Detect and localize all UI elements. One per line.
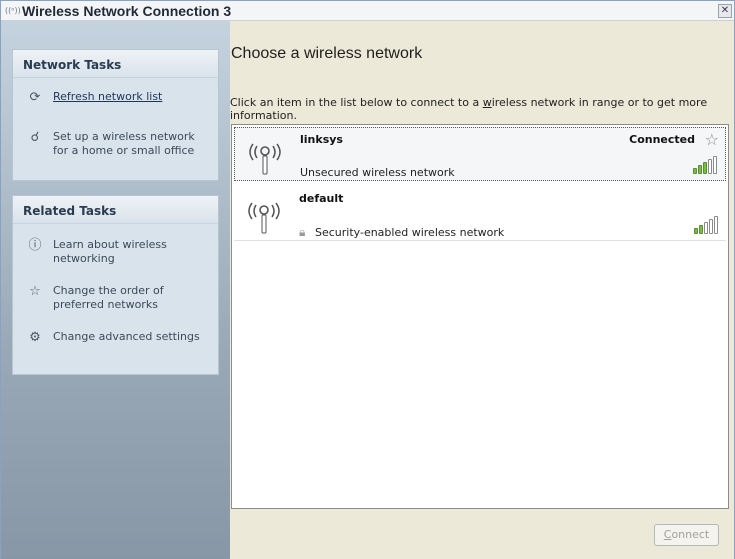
star-icon: ☆ (29, 284, 41, 299)
change-order-label[interactable]: Change the order of preferred networks (53, 284, 164, 311)
signal-bar (703, 162, 707, 174)
signal-strength-icon (694, 216, 718, 234)
network-tasks-heading: Network Tasks (13, 50, 218, 78)
instructions-part-1: Click an item in the list below to conne… (230, 96, 483, 109)
network-item-linksys[interactable]: linksys Connected ☆ Unsecured wireless n… (234, 127, 726, 181)
signal-bar (699, 225, 703, 234)
connect-button[interactable]: Connect (654, 524, 719, 546)
connection-status: Connected (629, 133, 695, 146)
network-tasks-panel: Network Tasks ⟳ Refresh network list ☌ S… (12, 49, 219, 181)
related-tasks-panel: Related Tasks ⓘ Learn about wireless net… (12, 195, 219, 375)
page-title: Choose a wireless network (231, 45, 423, 62)
change-order-task[interactable]: ☆ Change the order of preferred networks (13, 284, 218, 312)
signal-bar (693, 168, 697, 174)
change-advanced-task[interactable]: ⚙ Change advanced settings (13, 330, 218, 345)
related-tasks-heading: Related Tasks (13, 196, 218, 224)
wireless-antenna-icon (249, 143, 281, 175)
signal-bar (713, 156, 717, 174)
signal-bar (704, 222, 708, 234)
signal-bar (698, 165, 702, 174)
learn-wireless-label[interactable]: Learn about wireless networking (53, 238, 167, 265)
security-text: Security-enabled wireless network (315, 226, 505, 239)
wireless-network-window: ((ᵒ)) Wireless Network Connection 3 ✕ Ne… (0, 0, 735, 559)
change-advanced-label[interactable]: Change advanced settings (53, 330, 200, 343)
setup-wizard-icon: ☌ (30, 130, 40, 145)
signal-bar (709, 219, 713, 234)
refresh-icon: ⟳ (29, 90, 41, 105)
sidebar: Network Tasks ⟳ Refresh network list ☌ S… (1, 21, 230, 559)
security-label: 🔒︎ Security-enabled wireless network (299, 225, 504, 240)
network-list[interactable]: linksys Connected ☆ Unsecured wireless n… (231, 124, 729, 509)
setup-wireless-task[interactable]: ☌ Set up a wireless network for a home o… (13, 130, 218, 158)
security-label: Unsecured wireless network (300, 166, 455, 179)
signal-bar (714, 216, 718, 234)
signal-strength-icon (693, 156, 717, 174)
signal-bar (694, 228, 698, 234)
info-icon: ⓘ (28, 238, 42, 253)
setup-wireless-label[interactable]: Set up a wireless network for a home or … (53, 130, 195, 157)
network-item-default[interactable]: default 🔒︎ Security-enabled wireless netw… (234, 187, 726, 241)
wireless-signal-icon: ((ᵒ)) (5, 5, 21, 15)
settings-icon: ⚙ (29, 330, 41, 345)
title-bar[interactable]: ((ᵒ)) Wireless Network Connection 3 ✕ (1, 1, 734, 21)
connect-label-rest: onnect (671, 528, 710, 541)
preferred-star-icon: ☆ (704, 130, 719, 149)
refresh-network-list-task[interactable]: ⟳ Refresh network list (13, 90, 218, 105)
instructions-text: Click an item in the list below to conne… (230, 96, 730, 122)
refresh-network-list-link[interactable]: Refresh network list (53, 90, 162, 103)
network-name: default (299, 192, 344, 205)
learn-wireless-task[interactable]: ⓘ Learn about wireless networking (13, 238, 218, 266)
close-button[interactable]: ✕ (718, 4, 732, 18)
window-title: Wireless Network Connection 3 (22, 2, 232, 19)
lock-icon: 🔒︎ (299, 225, 306, 239)
wireless-antenna-icon (248, 202, 280, 234)
signal-bar (708, 159, 712, 174)
network-name: linksys (300, 133, 343, 146)
main-content: Choose a wireless network Click an item … (230, 21, 734, 559)
instructions-accel: w (482, 96, 492, 109)
